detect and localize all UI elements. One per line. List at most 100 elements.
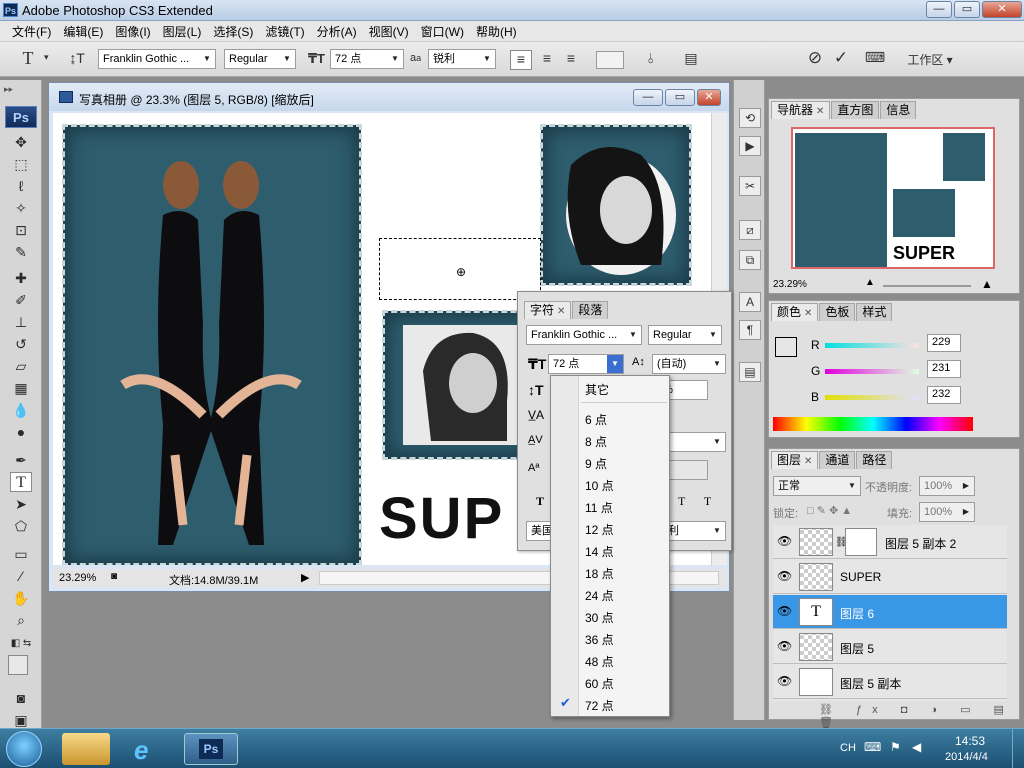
layer-row[interactable]: 👁 图层 5 副本 — [773, 665, 1007, 699]
size-option[interactable]: 18 点 — [585, 565, 614, 582]
gradient-tool-icon[interactable]: ▦ — [10, 378, 32, 398]
fill-field[interactable]: 100% ▶ — [919, 502, 975, 522]
menu-layer[interactable]: 图层(L) — [157, 23, 208, 40]
start-button[interactable] — [6, 731, 42, 767]
menu-view[interactable]: 视图(V) — [363, 23, 415, 40]
status-menu-arrow-icon[interactable]: ▶ — [301, 571, 309, 584]
dodge-tool-icon[interactable]: ● — [10, 422, 32, 442]
size-option[interactable]: 48 点 — [585, 653, 614, 670]
b-slider[interactable] — [825, 395, 919, 400]
b-value-field[interactable]: 232 — [927, 386, 961, 404]
commit-icon[interactable]: ✓ — [830, 48, 852, 68]
layer-row[interactable]: 👁 SUPER — [773, 560, 1007, 594]
size-option[interactable]: 12 点 — [585, 521, 614, 538]
clock-time[interactable]: 14:53 — [955, 734, 985, 748]
brush-tool-icon[interactable]: ✐ — [10, 290, 32, 310]
quick-mask-icon[interactable]: ◙ — [10, 688, 32, 708]
size-option[interactable]: 24 点 — [585, 587, 614, 604]
layer-row[interactable]: 👁 T 图层 6 — [773, 595, 1007, 629]
size-option[interactable]: 30 点 — [585, 609, 614, 626]
zoom-out-icon[interactable]: ▲ — [865, 277, 875, 288]
r-value-field[interactable]: 229 — [927, 334, 961, 352]
g-value-field[interactable]: 231 — [927, 360, 961, 378]
size-option-selected[interactable]: 72 点 — [585, 697, 614, 714]
brushes-panel-icon[interactable]: ⧄ — [739, 220, 761, 240]
menu-file[interactable]: 文件(F) — [6, 23, 57, 40]
shape-tool-icon[interactable]: ⬠ — [10, 516, 32, 536]
char-font-family-select[interactable]: Franklin Gothic ... ▼ — [526, 325, 642, 345]
tab-styles[interactable]: 样式 — [856, 303, 893, 321]
marquee-tool-icon[interactable]: ⬚ — [10, 154, 32, 174]
lasso-tool-icon[interactable]: ℓ — [10, 176, 32, 196]
default-colors-icon[interactable]: ◧ ⇆ — [10, 634, 32, 654]
history-brush-tool-icon[interactable]: ↺ — [10, 334, 32, 354]
preset-chevron-icon[interactable]: ▾ — [44, 52, 49, 63]
size-option[interactable]: 14 点 — [585, 543, 614, 560]
workspace-button[interactable]: 工作区 ▾ — [900, 51, 960, 68]
magic-wand-tool-icon[interactable]: ✧ — [10, 198, 32, 218]
pen-tool-icon[interactable]: ✒ — [10, 450, 32, 470]
screen-mode-icon[interactable]: ▣ — [10, 710, 32, 730]
toggle-panels-icon[interactable]: ▤ — [680, 50, 702, 67]
close-button[interactable]: ✕ — [982, 1, 1022, 18]
anti-alias-select[interactable]: 锐利 ▼ — [428, 49, 496, 69]
eyedropper-tool-icon[interactable]: ⁄ — [10, 566, 32, 586]
eye-icon[interactable]: 👁 — [777, 534, 792, 548]
zoom-in-icon[interactable]: ▲ — [981, 277, 993, 291]
eye-icon[interactable]: 👁 — [777, 604, 792, 618]
size-option[interactable]: 60 点 — [585, 675, 614, 692]
notes-tool-icon[interactable]: ▭ — [10, 544, 32, 564]
tab-histogram[interactable]: 直方图 — [831, 101, 880, 119]
align-right-icon[interactable]: ≡ — [560, 50, 582, 66]
menu-window[interactable]: 窗口(W) — [415, 23, 470, 40]
align-center-icon[interactable]: ≡ — [536, 50, 558, 66]
zoom-tool-icon[interactable]: ⌕ — [10, 610, 32, 630]
tab-navigator[interactable]: 导航器 ✕ — [771, 101, 831, 119]
leading-select[interactable]: (自动) ▼ — [652, 354, 726, 374]
navigator-zoom-value[interactable]: 23.29% — [773, 279, 807, 290]
layer-mask-thumbnail[interactable] — [845, 528, 877, 556]
action-center-flag-icon[interactable]: ⚑ — [890, 740, 901, 754]
color-spectrum-bar[interactable] — [773, 417, 973, 431]
blend-mode-select[interactable]: 正常 ▼ — [773, 476, 861, 496]
actions-panel-icon[interactable]: ▶ — [739, 136, 761, 156]
fg-color-swatch[interactable] — [775, 337, 797, 357]
doc-close-button[interactable]: ✕ — [697, 89, 721, 106]
maximize-button[interactable]: ▭ — [954, 1, 980, 18]
cancel-icon[interactable]: ⊘ — [804, 48, 826, 68]
char-font-style-select[interactable]: Regular ▼ — [648, 325, 722, 345]
eye-icon[interactable]: 👁 — [777, 569, 792, 583]
foreground-color-swatch[interactable] — [8, 655, 28, 675]
size-option-other[interactable]: 其它 — [585, 381, 609, 398]
warp-text-icon[interactable]: ⫰ — [640, 50, 662, 67]
type-tool-icon[interactable]: T — [10, 472, 32, 492]
blur-tool-icon[interactable]: 💧 — [10, 400, 32, 420]
r-slider[interactable] — [825, 343, 919, 348]
doc-maximize-button[interactable]: ▭ — [665, 89, 695, 106]
font-style-select[interactable]: Regular ▼ — [224, 49, 296, 69]
healing-brush-tool-icon[interactable]: ✚ — [10, 268, 32, 288]
menu-image[interactable]: 图像(I) — [109, 23, 156, 40]
font-size-select[interactable]: 72 点 ▼ — [330, 49, 404, 69]
size-option[interactable]: 6 点 — [585, 411, 607, 428]
file-explorer-taskbar-icon[interactable] — [62, 733, 110, 765]
size-option[interactable]: 10 点 — [585, 477, 614, 494]
tab-layers[interactable]: 图层 ✕ — [771, 451, 819, 469]
layer-comps-icon[interactable]: ▤ — [739, 362, 761, 382]
eye-icon[interactable]: 👁 — [777, 674, 792, 688]
status-icon[interactable]: ◙ — [111, 571, 117, 582]
menu-help[interactable]: 帮助(H) — [470, 23, 523, 40]
move-tool-icon[interactable]: ✥ — [10, 132, 32, 152]
lock-icons[interactable]: □ ✎ ✥ ▲ — [807, 504, 852, 517]
tab-info[interactable]: 信息 — [880, 101, 917, 119]
menu-select[interactable]: 选择(S) — [207, 23, 259, 40]
paragraph-panel-icon[interactable]: ¶ — [739, 320, 761, 340]
photoshop-taskbar-button[interactable]: Ps — [184, 733, 238, 765]
clone-stamp-tool-icon[interactable]: ⊥ — [10, 312, 32, 332]
tab-channels[interactable]: 通道 — [819, 451, 856, 469]
tab-swatches[interactable]: 色板 — [819, 303, 856, 321]
tab-paths[interactable]: 路径 — [856, 451, 893, 469]
minimize-button[interactable]: — — [926, 1, 952, 18]
tab-character[interactable]: 字符 ✕ — [524, 301, 572, 319]
path-selection-tool-icon[interactable]: ➤ — [10, 494, 32, 514]
